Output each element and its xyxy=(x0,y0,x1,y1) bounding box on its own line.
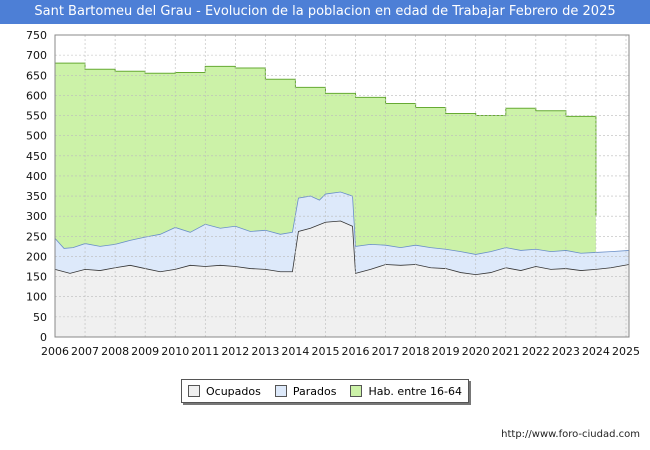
x-tick-label: 2019 xyxy=(432,345,460,358)
x-tick-label: 2023 xyxy=(552,345,580,358)
y-tick-label: 300 xyxy=(26,210,47,223)
legend-swatch-ocupados xyxy=(187,385,200,397)
x-tick-label: 2022 xyxy=(522,345,550,358)
x-tick-label: 2018 xyxy=(402,345,430,358)
source-url[interactable]: http://www.foro-ciudad.com xyxy=(501,429,640,440)
y-tick-label: 550 xyxy=(26,110,47,123)
x-tick-label: 2016 xyxy=(342,345,370,358)
legend-swatch-parados xyxy=(274,385,287,397)
chart-legend: Ocupados Parados Hab. entre 16-64 xyxy=(181,379,469,403)
x-tick-label: 2009 xyxy=(131,345,159,358)
y-tick-label: 0 xyxy=(40,331,47,344)
x-tick-label: 2020 xyxy=(462,345,490,358)
x-tick-label: 2013 xyxy=(251,345,279,358)
population-area-chart: 0 50 100 150 200 250 300 350 400 450 500 550 600 650 7… xyxy=(26,29,640,358)
y-tick-label: 200 xyxy=(26,250,47,263)
y-tick-label: 450 xyxy=(26,150,47,163)
x-tick-label: 2011 xyxy=(191,345,219,358)
y-tick-label: 400 xyxy=(26,170,47,183)
legend-item-ocupados: Ocupados xyxy=(187,384,261,398)
legend-label-ocupados: Ocupados xyxy=(205,384,261,398)
legend-swatch-hab xyxy=(350,385,363,397)
y-tick-label: 600 xyxy=(26,89,47,102)
y-tick-label: 750 xyxy=(26,29,47,42)
x-tick-label: 2017 xyxy=(372,345,400,358)
x-tick-label: 2010 xyxy=(161,345,189,358)
y-tick-label: 700 xyxy=(26,49,47,62)
y-tick-label: 250 xyxy=(26,230,47,243)
x-tick-label: 2006 xyxy=(41,345,69,358)
legend-label-hab: Hab. entre 16-64 xyxy=(368,384,462,398)
x-tick-label: 2008 xyxy=(101,345,129,358)
y-tick-label: 500 xyxy=(26,130,47,143)
x-tick-label: 2025 xyxy=(612,345,640,358)
x-tick-label: 2024 xyxy=(582,345,610,358)
x-tick-label: 2021 xyxy=(492,345,520,358)
x-tick-label: 2014 xyxy=(281,345,309,358)
legend-item-parados: Parados xyxy=(274,384,337,398)
y-tick-label: 650 xyxy=(26,69,47,82)
legend-label-parados: Parados xyxy=(292,384,337,398)
chart-title: Sant Bartomeu del Grau - Evolucion de la… xyxy=(0,0,650,24)
x-tick-label: 2015 xyxy=(311,345,339,358)
y-tick-label: 150 xyxy=(26,271,47,284)
x-tick-label: 2012 xyxy=(221,345,249,358)
y-tick-label: 50 xyxy=(33,311,47,324)
y-tick-label: 350 xyxy=(26,190,47,203)
y-tick-label: 100 xyxy=(26,291,47,304)
x-tick-label: 2007 xyxy=(71,345,99,358)
legend-item-hab: Hab. entre 16-64 xyxy=(350,385,462,398)
